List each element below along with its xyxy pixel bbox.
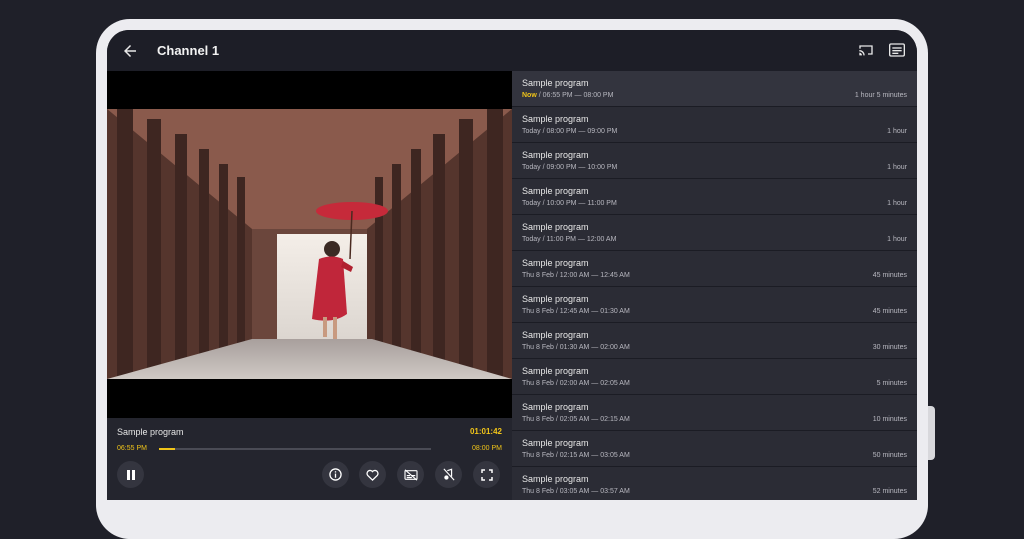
heart-icon xyxy=(366,469,379,481)
list-item[interactable]: Sample program Thu 8 Feb / 02:00 AM — 02:… xyxy=(512,359,917,394)
program-time: Thu 8 Feb / 12:45 AM — 01:30 AM xyxy=(522,308,630,315)
list-item[interactable]: Sample program Thu 8 Feb / 02:05 AM — 02:… xyxy=(512,395,917,430)
program-time: Thu 8 Feb / 03:05 AM — 03:57 AM xyxy=(522,488,630,495)
current-program-name: Sample program xyxy=(117,427,184,437)
app-screen: Channel 1 Sample program 01:01:42 06:55 … xyxy=(107,30,917,500)
program-time: Today / 09:00 PM — 10:00 PM xyxy=(522,164,618,171)
program-duration: 52 minutes xyxy=(872,488,907,495)
program-end-time: 08:00 PM xyxy=(472,445,502,452)
program-duration: 45 minutes xyxy=(872,308,907,315)
list-item[interactable]: Sample program Today / 08:00 PM — 09:00 P… xyxy=(512,107,917,142)
program-time: Now / 06:55 PM — 08:00 PM xyxy=(522,92,613,99)
elapsed-time: 01:01:42 xyxy=(469,427,502,436)
program-time: Today / 10:00 PM — 11:00 PM xyxy=(522,200,617,207)
program-name: Sample program xyxy=(522,222,589,232)
program-name: Sample program xyxy=(522,258,589,268)
program-duration: 1 hour xyxy=(887,164,907,171)
video-image xyxy=(107,109,512,379)
program-duration: 1 hour 5 minutes xyxy=(854,92,907,99)
list-item[interactable]: Sample program Today / 09:00 PM — 10:00 P… xyxy=(512,143,917,178)
device-side-button xyxy=(928,406,935,460)
program-name: Sample program xyxy=(522,438,589,448)
list-item[interactable]: Sample program Now / 06:55 PM — 08:00 PM 1… xyxy=(512,71,917,106)
program-duration: 1 hour xyxy=(887,128,907,135)
pause-button[interactable] xyxy=(117,461,144,488)
arrow-left-icon[interactable] xyxy=(121,42,139,60)
list-item[interactable]: Sample program Thu 8 Feb / 03:05 AM — 03:… xyxy=(512,467,917,500)
list-item[interactable]: Sample program Thu 8 Feb / 12:45 AM — 01:… xyxy=(512,287,917,322)
info-button[interactable] xyxy=(322,461,349,488)
now-badge: Now xyxy=(522,92,537,99)
program-time: Thu 8 Feb / 02:00 AM — 02:05 AM xyxy=(522,380,630,387)
program-name: Sample program xyxy=(522,330,589,340)
subtitles-button[interactable] xyxy=(397,461,424,488)
app-bar: Channel 1 xyxy=(107,30,917,71)
program-duration: 10 minutes xyxy=(872,416,907,423)
cast-icon[interactable] xyxy=(858,43,874,57)
list-item[interactable]: Sample program Thu 8 Feb / 02:15 AM — 03:… xyxy=(512,431,917,466)
fullscreen-icon xyxy=(480,468,493,481)
program-duration: 50 minutes xyxy=(872,452,907,459)
program-time-range: / 06:55 PM — 08:00 PM xyxy=(536,92,614,99)
program-name: Sample program xyxy=(522,294,589,304)
program-time: Today / 11:00 PM — 12:00 AM xyxy=(522,236,617,243)
subtitles-off-icon xyxy=(403,468,418,481)
program-name: Sample program xyxy=(522,474,589,484)
program-duration: 5 minutes xyxy=(876,380,907,387)
program-name: Sample program xyxy=(522,186,589,196)
list-item[interactable]: Sample program Thu 8 Feb / 01:30 AM — 02:… xyxy=(512,323,917,358)
program-time: Thu 8 Feb / 02:15 AM — 03:05 AM xyxy=(522,452,630,459)
program-duration: 1 hour xyxy=(887,236,907,243)
program-name: Sample program xyxy=(522,366,589,376)
program-name: Sample program xyxy=(522,402,589,412)
info-icon xyxy=(329,468,342,481)
pause-icon xyxy=(126,469,135,480)
favorite-button[interactable] xyxy=(359,461,386,488)
program-name: Sample program xyxy=(522,78,589,88)
list-item[interactable]: Sample program Today / 10:00 PM — 11:00 P… xyxy=(512,179,917,214)
program-guide-list[interactable]: Sample program Now / 06:55 PM — 08:00 PM 1… xyxy=(512,71,917,500)
progress-bar[interactable] xyxy=(159,448,431,450)
video-player[interactable]: Sample program 01:01:42 06:55 PM 08:00 P… xyxy=(107,71,512,500)
tv-guide-icon[interactable] xyxy=(889,43,905,57)
video-frame[interactable] xyxy=(107,109,512,379)
fullscreen-button[interactable] xyxy=(473,461,500,488)
program-time: Thu 8 Feb / 01:30 AM — 02:00 AM xyxy=(522,344,630,351)
program-time: Thu 8 Feb / 02:05 AM — 02:15 AM xyxy=(522,416,630,423)
page-title: Channel 1 xyxy=(157,43,220,58)
program-duration: 30 minutes xyxy=(872,344,907,351)
program-name: Sample program xyxy=(522,150,589,160)
audio-track-button[interactable] xyxy=(435,461,462,488)
program-name: Sample program xyxy=(522,114,589,124)
program-time: Thu 8 Feb / 12:00 AM — 12:45 AM xyxy=(522,272,630,279)
program-start-time: 06:55 PM xyxy=(117,445,147,452)
audio-off-icon xyxy=(442,468,455,481)
player-controls: Sample program 01:01:42 06:55 PM 08:00 P… xyxy=(107,418,512,500)
progress-fill xyxy=(159,448,176,450)
list-item[interactable]: Sample program Today / 11:00 PM — 12:00 A… xyxy=(512,215,917,250)
program-duration: 45 minutes xyxy=(872,272,907,279)
program-duration: 1 hour xyxy=(887,200,907,207)
program-time: Today / 08:00 PM — 09:00 PM xyxy=(522,128,618,135)
list-item[interactable]: Sample program Thu 8 Feb / 12:00 AM — 12:… xyxy=(512,251,917,286)
